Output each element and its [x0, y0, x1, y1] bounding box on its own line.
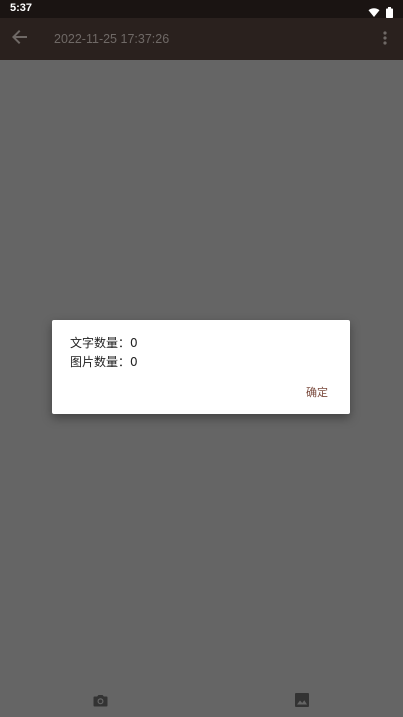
- image-count-row: 图片数量：0: [70, 353, 138, 370]
- count-dialog: 文字数量：0 图片数量：0 确定: [52, 320, 350, 414]
- page-title: 2022-11-25 17:37:26: [54, 32, 170, 46]
- image-count-value: 0: [130, 355, 138, 369]
- camera-icon: [93, 692, 108, 711]
- image-icon: [295, 692, 309, 711]
- app-bar: 2022-11-25 17:37:26: [0, 18, 403, 60]
- camera-button[interactable]: [92, 693, 108, 709]
- status-time: 5:37: [10, 2, 33, 14]
- status-bar: 5:37: [0, 0, 403, 18]
- overflow-menu-button[interactable]: [373, 27, 397, 51]
- more-vert-icon: [383, 30, 387, 49]
- image-count-label: 图片数量：: [70, 355, 131, 369]
- text-count-row: 文字数量：0: [70, 334, 138, 351]
- gallery-button[interactable]: [294, 692, 310, 711]
- text-count-value: 0: [130, 336, 138, 350]
- back-button[interactable]: [8, 27, 32, 51]
- ok-button[interactable]: 确定: [306, 384, 328, 400]
- text-count-label: 文字数量：: [70, 336, 131, 350]
- arrow-left-icon: [12, 29, 28, 49]
